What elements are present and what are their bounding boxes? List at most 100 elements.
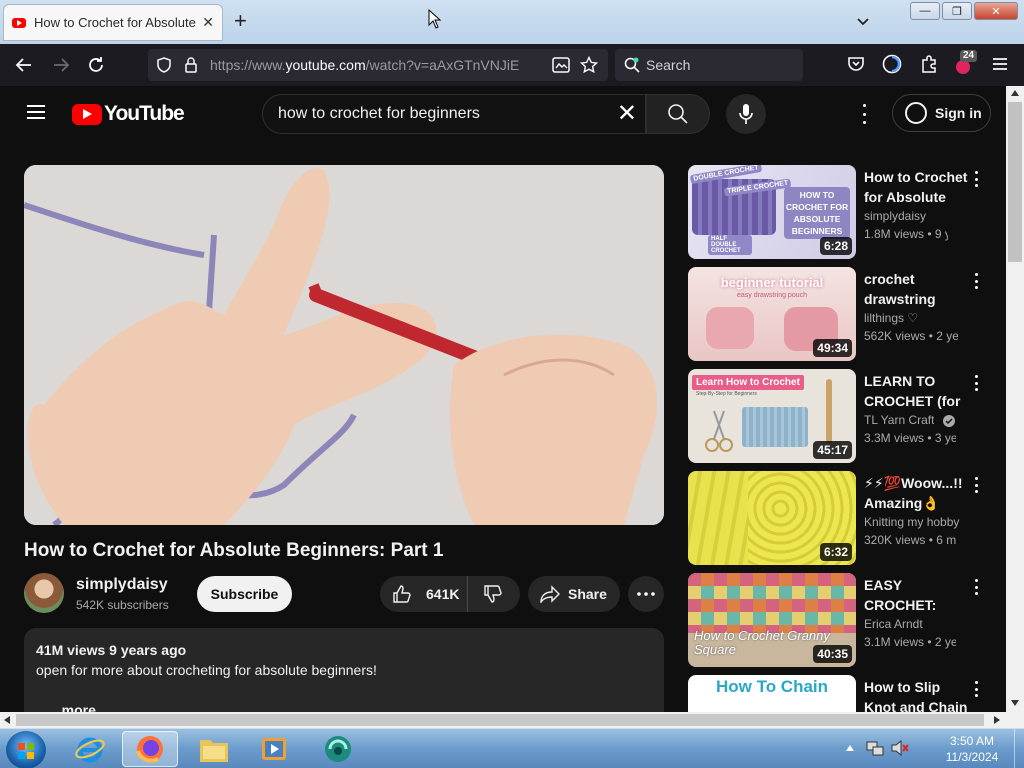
verified-badge-icon <box>943 415 955 427</box>
recommended-video[interactable]: beginner tutorial easy drawstring pouch … <box>688 267 988 361</box>
channel-avatar[interactable] <box>24 573 64 613</box>
search-query-text[interactable]: how to crochet for beginners <box>278 105 480 123</box>
video-player[interactable] <box>24 165 664 525</box>
scroll-right-arrow-icon[interactable] <box>994 716 1000 724</box>
browser-tab-active[interactable]: How to Crochet for Absolute Be ✕ <box>3 4 223 41</box>
video-frame-image <box>24 165 664 525</box>
show-hidden-icons-arrow-icon[interactable] <box>846 745 854 751</box>
recommended-video[interactable]: Learn How to Crochet Step-By-Step for Be… <box>688 369 988 463</box>
video-thumbnail[interactable]: 6:32 <box>688 471 856 565</box>
like-button[interactable]: 641K <box>380 576 468 612</box>
video-options-icon[interactable] <box>974 375 978 391</box>
share-button[interactable]: Share <box>528 576 620 612</box>
video-options-icon[interactable] <box>974 171 978 187</box>
video-thumbnail[interactable]: How to Crochet Granny Square 40:35 <box>688 573 856 667</box>
recommended-video[interactable]: DOUBLE CROCHET TRIPLE CROCHET HALF DOUBL… <box>688 165 988 259</box>
recommended-video[interactable]: 6:32 ⚡⚡💯Woow...!! Amazing👌Very Knitting … <box>688 471 988 565</box>
horizontal-scrollbar[interactable] <box>0 712 1006 728</box>
recommended-video-channel[interactable]: simplydaisy <box>864 209 926 223</box>
video-options-icon[interactable] <box>974 579 978 595</box>
description-more-link[interactable]: ...more <box>50 702 96 712</box>
recommended-video-title[interactable]: LEARN TO CROCHET (for absolute beginners… <box>864 371 968 411</box>
url-text[interactable]: https://www.youtube.com/watch?v=aAxGTnVN… <box>210 57 519 73</box>
scrollbar-corner <box>1006 712 1024 728</box>
horizontal-scroll-thumb[interactable] <box>16 714 984 726</box>
youtube-search-button[interactable] <box>646 94 710 134</box>
list-all-tabs-chevron-icon[interactable] <box>855 13 871 29</box>
video-thumbnail[interactable]: Learn How to Crochet Step-By-Step for Be… <box>688 369 856 463</box>
recommended-video[interactable]: How to Crochet Granny Square 40:35 EASY … <box>688 573 988 667</box>
pocket-icon[interactable] <box>847 55 865 73</box>
browser-navigation-bar: https://www.youtube.com/watch?v=aAxGTnVN… <box>0 44 1024 86</box>
dislike-button[interactable] <box>468 576 518 612</box>
channel-name[interactable]: simplydaisy <box>76 576 168 594</box>
video-options-icon[interactable] <box>974 681 978 697</box>
video-options-icon[interactable] <box>974 273 978 289</box>
network-icon[interactable] <box>866 739 884 757</box>
video-duration: 45:17 <box>813 441 852 459</box>
video-thumbnail[interactable]: How To Chain <box>688 675 856 712</box>
recommended-video-title[interactable]: How to Slip Knot and Chain <box>864 677 968 712</box>
app-taskbar-icon[interactable] <box>310 731 366 767</box>
internet-explorer-taskbar-icon[interactable] <box>62 731 118 767</box>
reload-icon[interactable] <box>86 55 106 75</box>
forward-arrow-icon[interactable] <box>51 55 71 75</box>
app-menu-hamburger-icon[interactable] <box>992 57 1008 71</box>
vertical-scroll-thumb[interactable] <box>1008 102 1022 262</box>
recommended-video-meta: 320K views • 6 months ago <box>864 533 956 547</box>
recommended-video-title[interactable]: How to Crochet for Absolute Beginners: P… <box>864 167 968 207</box>
recommended-video-title[interactable]: ⚡⚡💯Woow...!! Amazing👌Very <box>864 473 968 513</box>
lock-icon[interactable] <box>184 56 198 74</box>
subscribe-button[interactable]: Subscribe <box>197 576 292 612</box>
account-sync-icon[interactable] <box>882 54 902 74</box>
reader-view-icon[interactable] <box>552 57 570 73</box>
voice-search-button[interactable] <box>726 94 766 134</box>
volume-muted-icon[interactable] <box>890 739 910 757</box>
system-clock[interactable]: 3:50 AM 11/3/2024 <box>932 733 1012 765</box>
firefox-taskbar-icon[interactable] <box>122 731 178 767</box>
media-player-taskbar-icon[interactable] <box>246 731 302 767</box>
tab-close-icon[interactable]: ✕ <box>202 14 214 31</box>
start-button[interactable] <box>6 731 46 768</box>
sign-in-button[interactable]: Sign in <box>892 94 991 132</box>
restore-window-button[interactable]: ❐ <box>942 2 972 20</box>
recommended-video-channel[interactable]: Erica Arndt <box>864 617 923 631</box>
video-thumbnail[interactable]: DOUBLE CROCHET TRIPLE CROCHET HALF DOUBL… <box>688 165 856 259</box>
guide-menu-icon[interactable] <box>27 105 45 119</box>
scroll-down-arrow-icon[interactable] <box>1011 700 1019 706</box>
mouse-cursor-icon <box>428 9 442 29</box>
scroll-left-arrow-icon[interactable] <box>4 716 10 724</box>
windows-logo-icon <box>18 743 34 759</box>
minimize-window-button[interactable]: — <box>910 2 940 20</box>
show-desktop-button[interactable] <box>1014 729 1024 768</box>
address-bar[interactable]: https://www.youtube.com/watch?v=aAxGTnVN… <box>148 49 608 81</box>
file-explorer-taskbar-icon[interactable] <box>186 731 242 767</box>
recommended-video-channel[interactable]: Knitting my hobby <box>864 515 959 529</box>
youtube-search-input[interactable]: how to crochet for beginners ✕ <box>262 94 646 134</box>
bookmark-star-icon[interactable] <box>580 56 598 74</box>
extensions-puzzle-icon[interactable] <box>919 54 939 74</box>
back-arrow-icon[interactable] <box>14 55 34 75</box>
clear-search-icon[interactable]: ✕ <box>617 101 637 127</box>
scroll-up-arrow-icon[interactable] <box>1011 90 1019 96</box>
vertical-scrollbar[interactable] <box>1006 86 1024 712</box>
tracking-protection-shield-icon[interactable] <box>156 57 172 73</box>
thumbnail-text: Learn How to Crochet <box>692 375 804 390</box>
new-tab-button[interactable]: + <box>234 10 247 32</box>
video-options-icon[interactable] <box>974 477 978 493</box>
recommended-video-channel[interactable]: lilthings ♡ <box>864 311 918 325</box>
recommended-video-title[interactable]: EASY CROCHET: How to Crochet a Granny Sq… <box>864 575 968 615</box>
browser-search-input[interactable]: Search <box>615 49 803 81</box>
close-window-button[interactable]: ✕ <box>974 2 1018 20</box>
video-thumbnail[interactable]: beginner tutorial easy drawstring pouch … <box>688 267 856 361</box>
thumbnail-text: easy drawstring pouch <box>736 292 808 299</box>
settings-more-icon[interactable] <box>856 104 872 124</box>
description-box[interactable]: 41M views 9 years ago open for more abou… <box>24 628 664 712</box>
more-actions-button[interactable] <box>628 576 664 612</box>
recommended-video-channel[interactable]: TL Yarn Crafts <box>864 413 934 427</box>
recommended-video[interactable]: How To Chain How to Slip Knot and Chain <box>688 675 988 712</box>
youtube-logo[interactable]: YouTube <box>72 102 185 126</box>
recommended-video-title[interactable]: crochet drawstring pouch <box>864 269 968 309</box>
extension-notification-icon[interactable]: 24 <box>953 50 978 76</box>
scissors-icon <box>705 410 733 452</box>
